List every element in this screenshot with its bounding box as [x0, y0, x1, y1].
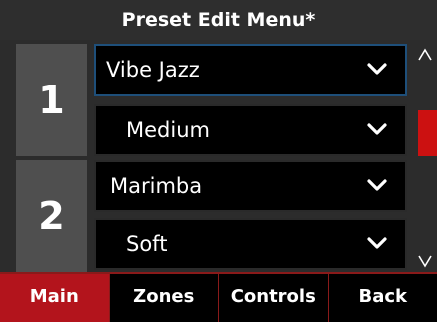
caret-down-icon[interactable]	[413, 250, 437, 270]
zone-1-instrument-value: Vibe Jazz	[106, 58, 200, 82]
tab-zones[interactable]: Zones	[110, 272, 219, 322]
scrollbar-thumb[interactable]	[418, 110, 437, 156]
tab-main[interactable]: Main	[0, 272, 110, 322]
zone-2-instrument-dropdown[interactable]: Marimba	[94, 160, 407, 212]
zone-2-level-dropdown[interactable]: Soft	[94, 218, 407, 270]
zone-2-number: 2	[16, 160, 87, 272]
zone-1-level-dropdown[interactable]: Medium	[94, 104, 407, 156]
zone-2-instrument-value: Marimba	[110, 174, 203, 198]
caret-up-icon[interactable]	[413, 46, 437, 66]
zone-2-level-value: Soft	[126, 232, 168, 256]
tab-bar-divider	[0, 272, 437, 274]
bottom-tab-bar: Main Zones Controls Back	[0, 272, 437, 322]
chevron-down-icon	[367, 63, 387, 75]
chevron-down-icon	[367, 237, 387, 249]
page-title: Preset Edit Menu*	[0, 0, 437, 40]
zone-1-number: 1	[16, 44, 87, 156]
chevron-down-icon	[367, 123, 387, 135]
zone-1-level-value: Medium	[126, 118, 210, 142]
tab-controls[interactable]: Controls	[219, 272, 329, 322]
zone-1-instrument-dropdown[interactable]: Vibe Jazz	[94, 44, 407, 96]
tab-back[interactable]: Back	[329, 272, 437, 322]
preset-edit-screen: Preset Edit Menu* 1 Vibe Jazz Medium 2 M…	[0, 0, 437, 322]
chevron-down-icon	[367, 179, 387, 191]
scrollbar-track[interactable]	[413, 40, 437, 272]
